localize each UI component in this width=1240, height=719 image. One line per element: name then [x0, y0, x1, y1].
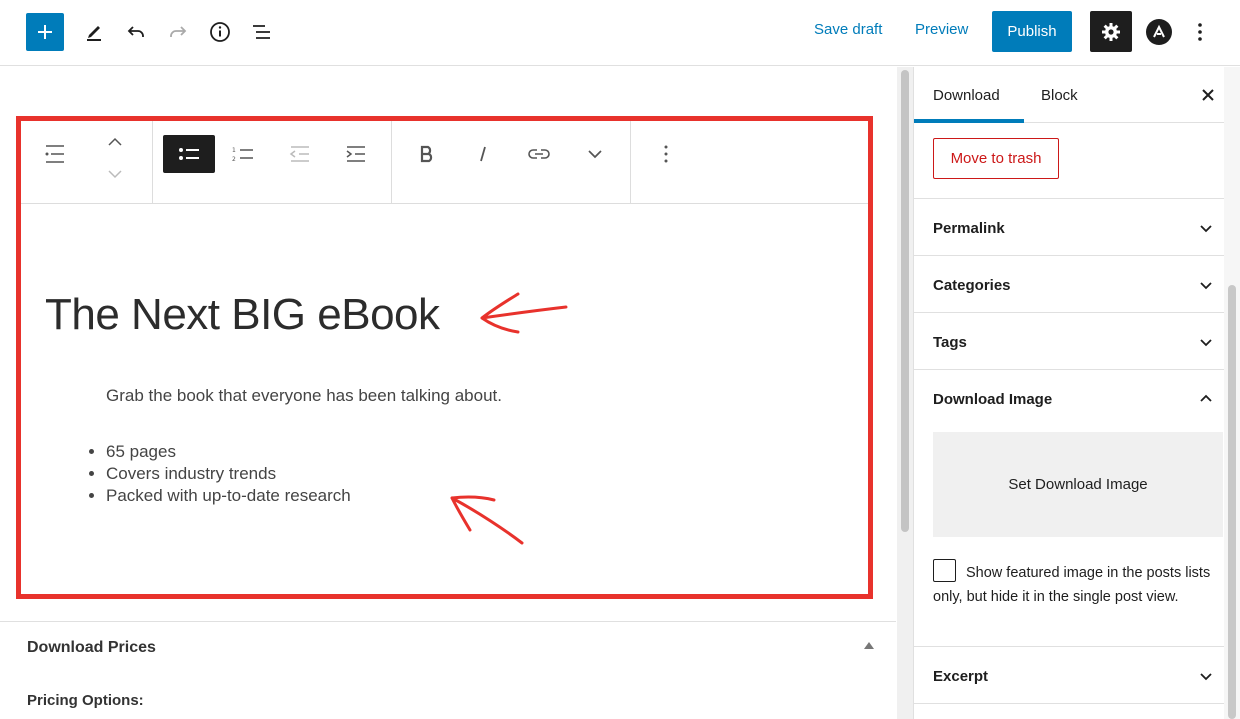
set-download-image-button[interactable]: Set Download Image: [933, 432, 1223, 537]
save-draft-button[interactable]: Save draft: [814, 21, 882, 38]
panel-categories[interactable]: Categories: [914, 256, 1224, 313]
chevron-down-icon: [1200, 673, 1212, 681]
panel-title: Permalink: [933, 220, 1005, 237]
close-sidebar-button[interactable]: [1197, 84, 1219, 106]
redo-icon: [170, 26, 187, 37]
undo-button[interactable]: [118, 14, 154, 50]
tab-block[interactable]: Block: [1041, 87, 1078, 104]
panel-title: Excerpt: [933, 668, 989, 685]
download-prices-title[interactable]: Download Prices: [27, 639, 156, 657]
astra-icon: [1153, 24, 1165, 38]
more-vertical-icon: [1198, 23, 1202, 41]
details-button[interactable]: [202, 14, 238, 50]
plus-icon: [38, 25, 52, 39]
redo-button[interactable]: [160, 14, 196, 50]
close-icon: [1202, 89, 1214, 101]
tab-download[interactable]: Download: [933, 87, 1000, 104]
move-to-trash-button[interactable]: Move to trash: [933, 138, 1059, 179]
collapse-triangle-icon[interactable]: [864, 642, 874, 649]
annotation-highlight-box: [16, 116, 873, 599]
panel-title[interactable]: Download Image: [933, 391, 1052, 408]
featured-image-option: Show featured image in the posts lists o…: [933, 559, 1223, 609]
tools-button[interactable]: [76, 14, 112, 50]
download-prices-panel: Download Prices Pricing Options:: [0, 621, 896, 719]
astra-logo-icon[interactable]: [1146, 19, 1172, 45]
add-block-button[interactable]: [26, 13, 64, 51]
publish-button[interactable]: Publish: [992, 11, 1072, 52]
sidebar-tabs: Download Block: [914, 67, 1224, 123]
chevron-down-icon: [1200, 339, 1212, 347]
settings-button[interactable]: [1090, 11, 1132, 52]
list-view-button[interactable]: [244, 14, 280, 50]
list-view-icon: [253, 25, 270, 39]
chevron-up-icon[interactable]: [1198, 392, 1214, 406]
settings-sidebar: Download Block Move to trash Permalink C…: [913, 67, 1240, 719]
panel-title: Categories: [933, 277, 1011, 294]
pencil-icon: [87, 26, 101, 41]
chevron-down-icon: [1200, 225, 1212, 233]
preview-button[interactable]: Preview: [915, 21, 968, 38]
panel-excerpt[interactable]: Excerpt: [914, 647, 1224, 704]
undo-icon: [127, 26, 144, 37]
options-menu-button[interactable]: [1182, 14, 1218, 50]
pricing-options-label: Pricing Options:: [27, 692, 144, 709]
sidebar-scrollbar-thumb[interactable]: [1228, 285, 1236, 719]
chevron-down-icon: [1200, 282, 1212, 290]
editor-scrollbar-thumb[interactable]: [901, 70, 909, 532]
panel-tags[interactable]: Tags: [914, 313, 1224, 370]
info-icon: [210, 22, 230, 42]
trash-section: Move to trash: [914, 124, 1224, 199]
featured-image-checkbox-label: Show featured image in the posts lists o…: [933, 565, 1211, 605]
active-tab-indicator: [914, 119, 1024, 123]
panel-permalink[interactable]: Permalink: [914, 199, 1224, 256]
editor-header: Save draft Preview Publish: [0, 0, 1240, 66]
featured-image-checkbox[interactable]: [933, 559, 956, 582]
panel-title: Tags: [933, 334, 967, 351]
gear-icon: [1102, 22, 1120, 41]
